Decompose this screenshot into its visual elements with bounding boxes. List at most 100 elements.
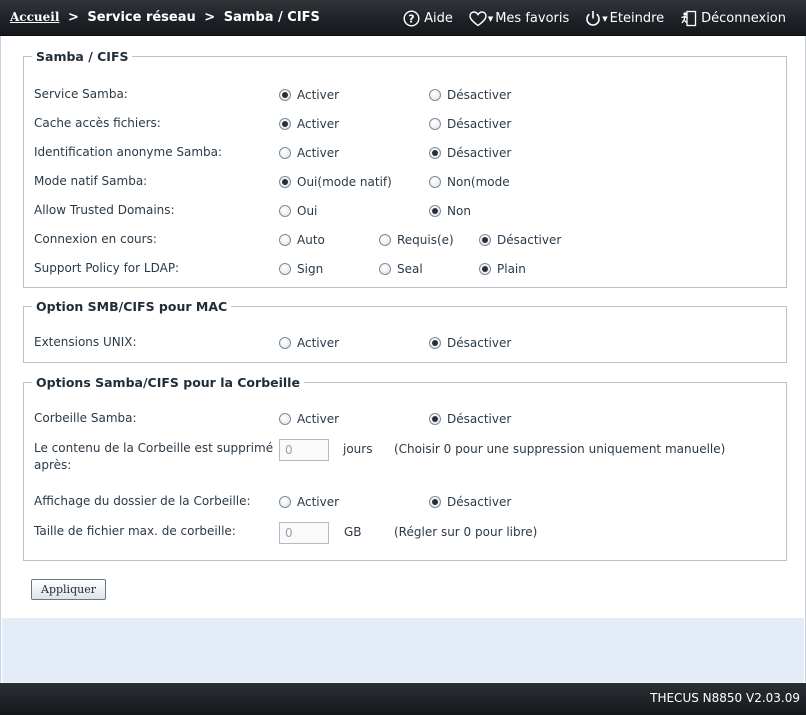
section-title: Samba / CIFS [36, 49, 129, 64]
radio-indicator [429, 413, 441, 425]
svg-text:?: ? [408, 13, 414, 26]
radio-indicator [279, 263, 291, 275]
file-cache-enable-radio[interactable]: Activer [279, 117, 339, 131]
unix-extensions-disable-radio[interactable]: Désactiver [429, 336, 511, 350]
retention-label-line2: après: [34, 458, 72, 472]
native-mode-yes-radio[interactable]: Oui(mode natif) [279, 175, 392, 189]
trusted-domains-yes-radio[interactable]: Oui [279, 204, 317, 218]
radio-indicator [429, 496, 441, 508]
radio-indicator [279, 413, 291, 425]
radio-indicator [429, 147, 441, 159]
ldap-plain-radio[interactable]: Plain [479, 262, 526, 276]
content-panel: Samba / CIFS Service Samba: Activer Désa… [0, 36, 806, 682]
retention-days-input[interactable] [279, 439, 329, 461]
max-file-size-hint: (Régler sur 0 pour libre) [394, 525, 538, 539]
recycle-bin-disable-radio[interactable]: Désactiver [429, 412, 511, 426]
samba-service-disable-radio[interactable]: Désactiver [429, 88, 511, 102]
connection-auto-radio[interactable]: Auto [279, 233, 325, 247]
anonymous-auth-enable-radio[interactable]: Activer [279, 146, 339, 160]
trusted-domains-no-radio[interactable]: Non [429, 204, 471, 218]
option-label: Activer [297, 495, 340, 509]
footer-bar: THECUS N8850 V2.03.09 [0, 683, 806, 715]
radio-indicator [279, 176, 291, 188]
option-label: Désactiver [447, 146, 512, 160]
favorites-label: Mes favoris [495, 11, 570, 26]
section-title: Option SMB/CIFS pour MAC [36, 299, 228, 314]
panel-bottom-band [2, 618, 804, 682]
max-file-size-label: Taille de fichier max. de corbeille: [34, 524, 236, 538]
recycle-folder-display-disable-radio[interactable]: Désactiver [429, 495, 511, 509]
option-label: Désactiver [447, 495, 512, 509]
radio-indicator [429, 89, 441, 101]
shutdown-button[interactable]: ▼ Eteindre [585, 10, 664, 27]
firmware-version: THECUS N8850 V2.03.09 [650, 691, 800, 705]
option-label: Activer [297, 336, 340, 350]
current-connection-label: Connexion en cours: [34, 232, 157, 246]
option-label: Désactiver [447, 88, 512, 102]
radio-indicator [429, 205, 441, 217]
help-button[interactable]: ? Aide [403, 10, 453, 27]
option-label: Plain [497, 262, 526, 276]
trusted-domains-label: Allow Trusted Domains: [34, 203, 175, 217]
retention-hint: (Choisir 0 pour une suppression uniqueme… [394, 442, 726, 456]
max-file-size-unit: GB [344, 525, 362, 539]
retention-label-line1: Le contenu de la Corbeille est supprimé [34, 441, 274, 455]
connection-disable-radio[interactable]: Désactiver [479, 233, 561, 247]
logout-button[interactable]: Déconnexion [680, 10, 786, 27]
anonymous-auth-disable-radio[interactable]: Désactiver [429, 146, 511, 160]
option-label: Désactiver [497, 233, 562, 247]
max-file-size-input[interactable] [279, 522, 329, 544]
ldap-sign-radio[interactable]: Sign [279, 262, 323, 276]
apply-button[interactable]: Appliquer [31, 579, 106, 600]
option-label: Seal [397, 262, 423, 276]
connection-required-radio[interactable]: Requis(e) [379, 233, 454, 247]
native-mode-no-radio[interactable]: Non(mode [429, 175, 510, 189]
help-label: Aide [424, 11, 453, 26]
radio-indicator [279, 234, 291, 246]
breadcrumb-network-service: Service réseau [87, 10, 196, 25]
radio-indicator [279, 496, 291, 508]
file-cache-disable-radio[interactable]: Désactiver [429, 117, 511, 131]
recycle-bin-section: Options Samba/CIFS pour la Corbeille Cor… [23, 375, 787, 561]
favorites-button[interactable]: ▼ Mes favoris [469, 10, 569, 27]
chevron-down-icon: ▼ [487, 14, 494, 23]
option-label: Requis(e) [397, 233, 454, 247]
option-label: Sign [297, 262, 324, 276]
logout-label: Déconnexion [701, 11, 786, 26]
retention-unit: jours [343, 442, 373, 456]
recycle-bin-enable-radio[interactable]: Activer [279, 412, 339, 426]
anonymous-auth-label: Identification anonyme Samba: [34, 145, 223, 159]
chevron-down-icon: ▼ [602, 14, 608, 23]
samba-service-label: Service Samba: [34, 87, 128, 101]
ldap-policy-label: Support Policy for LDAP: [34, 261, 180, 275]
section-title: Options Samba/CIFS pour la Corbeille [36, 375, 300, 390]
help-icon: ? [403, 10, 420, 27]
logout-icon [681, 10, 697, 27]
breadcrumb: Accueil > Service réseau > Samba / CIFS [10, 10, 320, 25]
retention-label: Le contenu de la Corbeille est supprimé … [34, 440, 273, 474]
option-label: Désactiver [447, 117, 512, 131]
radio-indicator [429, 337, 441, 349]
breadcrumb-separator: > [204, 10, 216, 25]
power-icon [586, 11, 601, 26]
recycle-folder-display-enable-radio[interactable]: Activer [279, 495, 339, 509]
radio-indicator [479, 234, 491, 246]
option-label: Non [447, 204, 471, 218]
recycle-folder-display-label: Affichage du dossier de la Corbeille: [34, 494, 251, 508]
unix-extensions-enable-radio[interactable]: Activer [279, 336, 339, 350]
breadcrumb-home-link[interactable]: Accueil [10, 10, 59, 24]
option-label: Non(mode [447, 175, 510, 189]
samba-service-enable-radio[interactable]: Activer [279, 88, 339, 102]
top-bar: Accueil > Service réseau > Samba / CIFS … [0, 0, 806, 36]
option-label: Activer [297, 146, 340, 160]
radio-indicator [279, 118, 291, 130]
top-toolbar: ? Aide ▼ Mes favoris ▼ Eteindre Déconnex… [387, 10, 786, 27]
mac-options-section: Option SMB/CIFS pour MAC Extensions UNIX… [23, 299, 787, 363]
radio-indicator [279, 337, 291, 349]
native-mode-label: Mode natif Samba: [34, 174, 148, 188]
ldap-seal-radio[interactable]: Seal [379, 262, 423, 276]
recycle-bin-label: Corbeille Samba: [34, 411, 137, 425]
radio-indicator [279, 89, 291, 101]
radio-indicator [379, 234, 391, 246]
option-label: Activer [297, 117, 340, 131]
